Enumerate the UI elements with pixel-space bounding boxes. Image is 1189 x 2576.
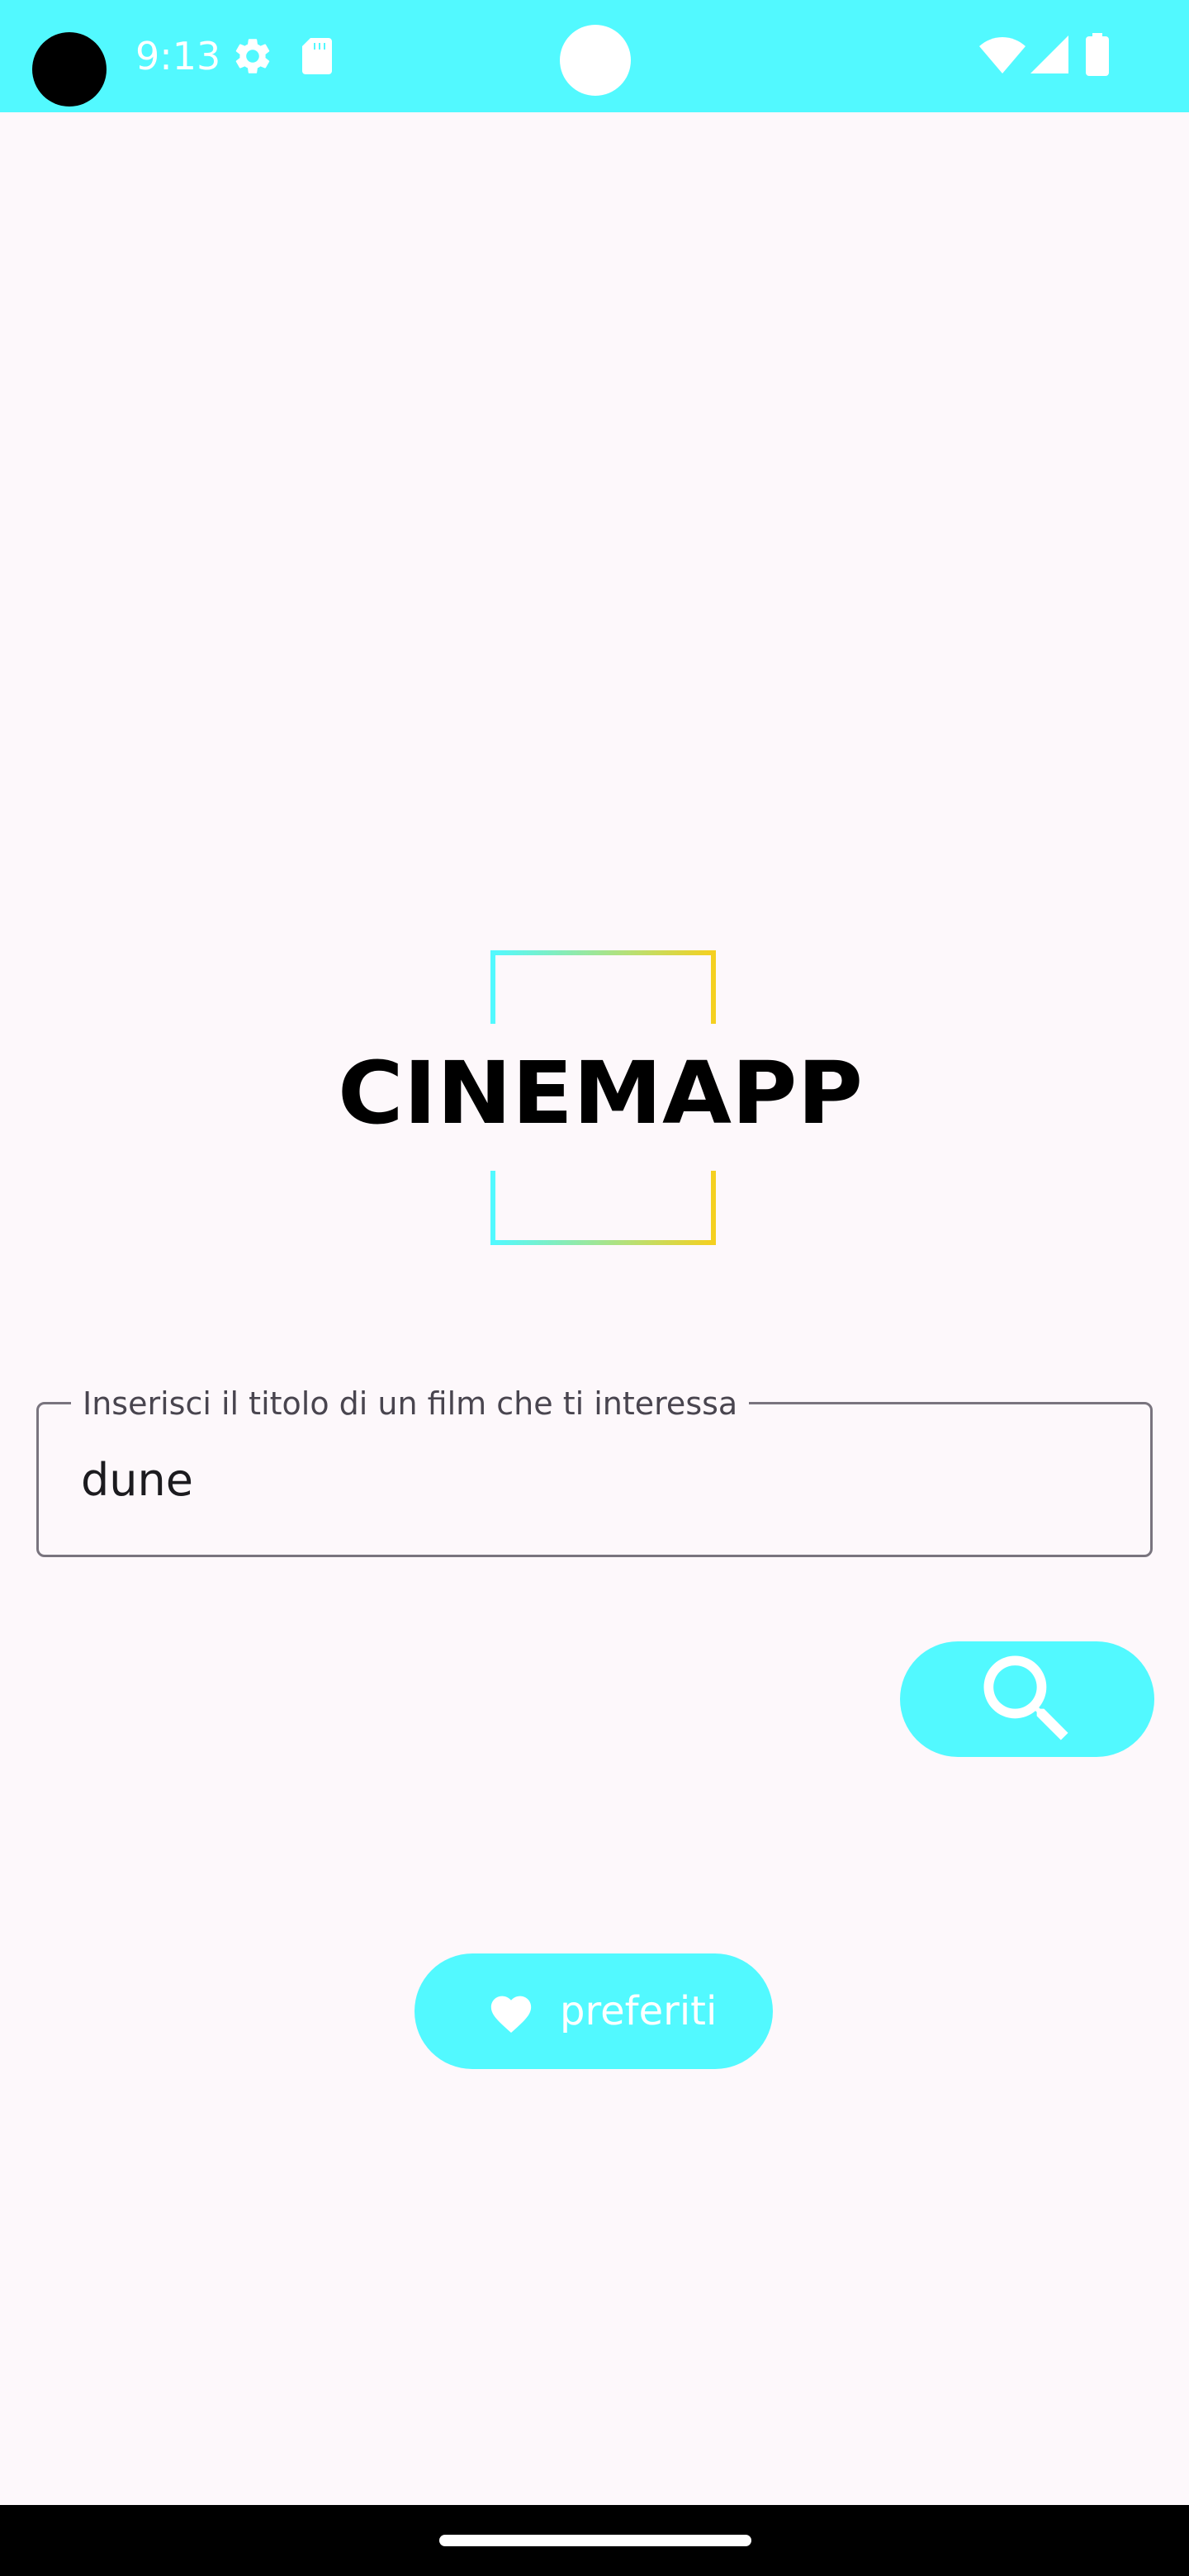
cinemapp-logo: CINEMAPP	[338, 950, 863, 1245]
sd-card-icon	[302, 38, 332, 74]
battery-icon	[1086, 33, 1109, 76]
camera-cutout	[32, 32, 107, 107]
favorites-button-label[interactable]: preferiti	[560, 1986, 717, 2036]
search-input-label: Inserisci il titolo di un film che ti in…	[71, 1380, 750, 1427]
status-dot	[560, 25, 631, 96]
wifi-icon	[979, 37, 1026, 73]
home-gesture-handle[interactable]	[439, 2535, 751, 2546]
signal-icon	[1030, 36, 1068, 73]
heart-icon[interactable]	[487, 1990, 535, 2034]
settings-gear-icon	[235, 39, 270, 73]
status-time: 9:13	[135, 34, 221, 78]
search-icon[interactable]	[900, 1641, 1154, 1757]
search-input-value[interactable]: dune	[81, 1451, 193, 1509]
logo-text: CINEMAPP	[338, 1043, 863, 1144]
